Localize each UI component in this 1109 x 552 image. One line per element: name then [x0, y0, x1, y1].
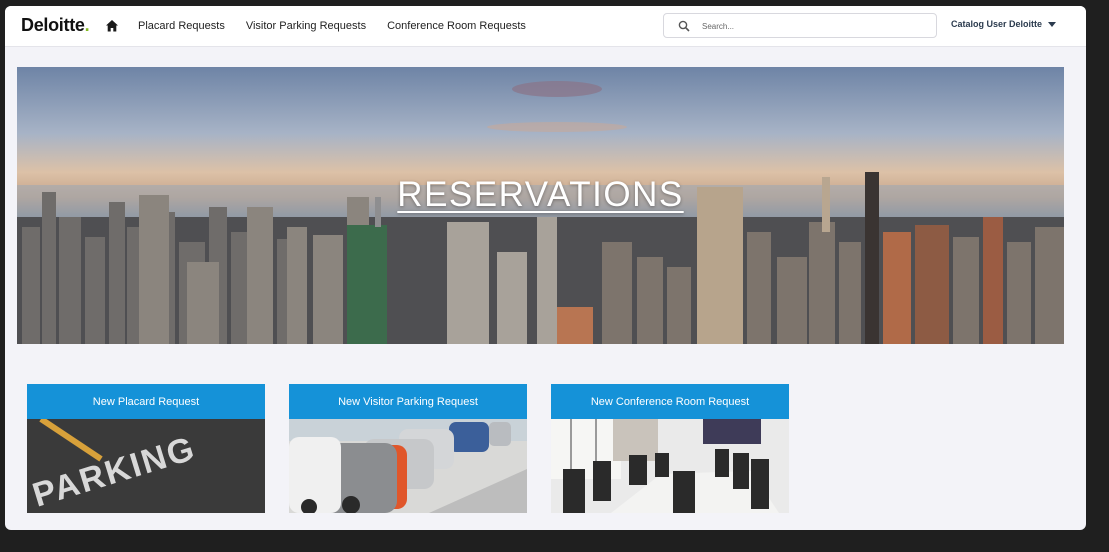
user-menu[interactable]: Catalog User Deloitte [951, 19, 1057, 29]
logo-dot: . [84, 15, 90, 35]
new-visitor-parking-request-card[interactable]: New Visitor Parking Request [289, 384, 527, 513]
user-menu-label: Catalog User Deloitte [951, 19, 1043, 29]
search-box [663, 13, 937, 38]
nav-conference-room-requests[interactable]: Conference Room Requests [387, 20, 526, 32]
card-label: New Conference Room Request [551, 384, 789, 419]
top-navigation-bar: Deloitte. Placard Requests Visitor Parki… [5, 6, 1086, 47]
hero-banner: RESERVATIONS [17, 67, 1064, 344]
search-icon [678, 20, 690, 32]
main-nav: Placard Requests Visitor Parking Request… [138, 6, 547, 46]
card-label: New Visitor Parking Request [289, 384, 527, 419]
parking-image: PARKING [27, 419, 265, 513]
search-input[interactable] [700, 17, 924, 35]
deloitte-logo[interactable]: Deloitte. [21, 15, 90, 36]
new-placard-request-card[interactable]: New Placard Request PARKING [27, 384, 265, 513]
conference-room-image [551, 419, 789, 513]
new-conference-room-request-card[interactable]: New Conference Room Request [551, 384, 789, 513]
nav-visitor-parking-requests[interactable]: Visitor Parking Requests [246, 20, 366, 32]
app-window: Deloitte. Placard Requests Visitor Parki… [5, 6, 1086, 530]
card-label: New Placard Request [27, 384, 265, 419]
home-icon[interactable] [105, 19, 119, 33]
caret-down-icon [1048, 21, 1057, 27]
parking-lot-cars-image [289, 419, 527, 513]
hero-title: RESERVATIONS [397, 175, 684, 214]
logo-text: Deloitte [21, 15, 85, 35]
nav-placard-requests[interactable]: Placard Requests [138, 20, 225, 32]
